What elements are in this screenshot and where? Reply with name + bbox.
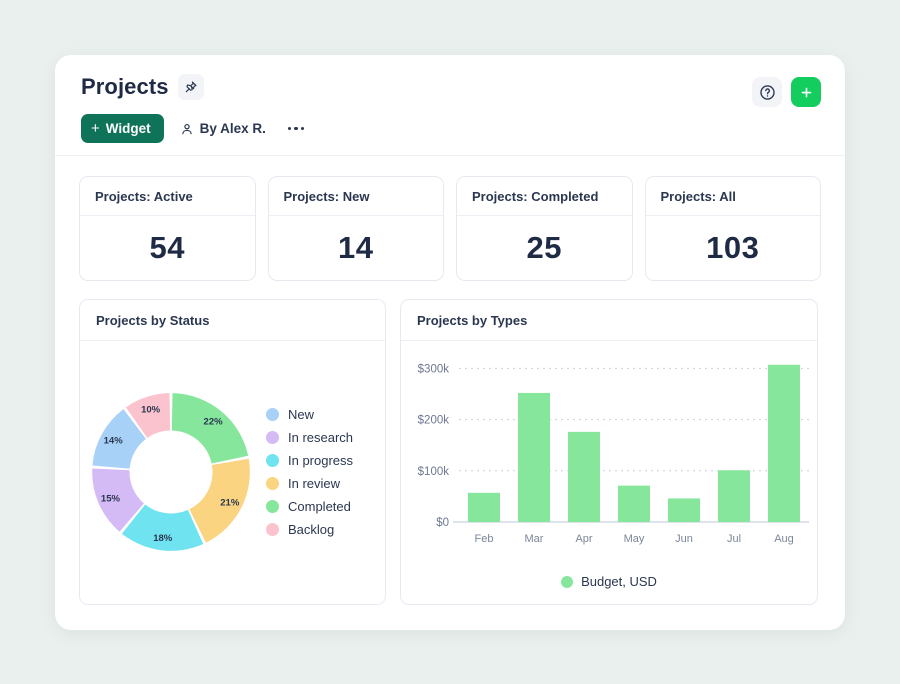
- title-row: Projects: [81, 74, 204, 100]
- donut-slice-label: 18%: [153, 532, 173, 543]
- kpi-card-completed[interactable]: Projects: Completed 25: [456, 176, 633, 281]
- donut-chart[interactable]: 22% 21% 18% 15% 14% 10%: [88, 389, 254, 555]
- legend-item[interactable]: In research: [266, 430, 353, 445]
- ellipsis-icon: [288, 127, 292, 131]
- kpi-value: 25: [457, 216, 632, 280]
- kpi-row: Projects: Active 54 Projects: New 14 Pro…: [79, 176, 821, 281]
- header-right-actions: [752, 77, 821, 107]
- donut-legend: New In research In progress In review Comple…: [266, 407, 353, 537]
- legend-label: Backlog: [288, 522, 334, 537]
- charts-row: Projects by Status 22% 21% 18% 15% 14% 10% Ne…: [79, 299, 821, 605]
- donut-slice-label: 10%: [141, 404, 161, 415]
- panel-projects-by-status: Projects by Status 22% 21% 18% 15% 14% 10% Ne…: [79, 299, 386, 605]
- panel-projects-by-types: Projects by Types $0 $100k $200k $300k Feb M…: [400, 299, 818, 605]
- bar-chart-bars: [468, 365, 800, 522]
- legend-color-swatch: [266, 454, 279, 467]
- legend-label: New: [288, 407, 314, 422]
- x-axis-tick-label: Jun: [675, 533, 693, 545]
- legend-label: Completed: [288, 499, 351, 514]
- donut-slice-label: 22%: [204, 416, 224, 427]
- bar[interactable]: [568, 432, 600, 522]
- y-axis-tick-label: $0: [436, 517, 449, 529]
- dashboard-window: Projects + Widget: [55, 55, 845, 630]
- bar-chart-legend: Budget, USD: [401, 574, 817, 589]
- legend-item[interactable]: Backlog: [266, 522, 353, 537]
- bar-chart-x-axis: Feb Mar Apr May Jun Jul Aug: [475, 533, 794, 545]
- y-axis-tick-label: $200k: [418, 415, 450, 427]
- kpi-card-new[interactable]: Projects: New 14: [268, 176, 445, 281]
- bar[interactable]: [618, 486, 650, 522]
- bar-chart-y-axis: $0 $100k $200k $300k: [418, 363, 450, 529]
- y-axis-tick-label: $100k: [418, 466, 450, 478]
- donut-slice-label: 21%: [220, 497, 240, 508]
- legend-item[interactable]: In progress: [266, 453, 353, 468]
- legend-item[interactable]: Completed: [266, 499, 353, 514]
- add-widget-label: Widget: [106, 121, 151, 136]
- donut-slice-label: 15%: [101, 493, 121, 504]
- panel-title: Projects by Status: [80, 300, 385, 341]
- y-axis-tick-label: $300k: [418, 363, 450, 375]
- owner-filter-label: By Alex R.: [200, 121, 266, 136]
- header-actions: + Widget By Alex R.: [81, 114, 306, 143]
- kpi-card-all[interactable]: Projects: All 103: [645, 176, 822, 281]
- kpi-label: Projects: All: [646, 177, 821, 216]
- legend-color-swatch: [266, 408, 279, 421]
- x-axis-tick-label: Jul: [727, 533, 741, 545]
- page-header: Projects + Widget: [55, 55, 845, 156]
- pin-icon: [184, 80, 198, 94]
- x-axis-tick-label: Apr: [575, 533, 592, 545]
- legend-label: In research: [288, 430, 353, 445]
- question-circle-icon: [759, 84, 776, 101]
- add-button[interactable]: [791, 77, 821, 107]
- donut-slice-label: 14%: [104, 435, 124, 446]
- kpi-value: 14: [269, 216, 444, 280]
- legend-label: In progress: [288, 453, 353, 468]
- page-title: Projects: [81, 74, 169, 100]
- page-root: Projects + Widget: [0, 0, 900, 684]
- plus-icon: [799, 85, 814, 100]
- x-axis-tick-label: Aug: [774, 533, 794, 545]
- bar[interactable]: [768, 365, 800, 522]
- more-options-button[interactable]: [286, 121, 307, 137]
- bar[interactable]: [468, 493, 500, 522]
- legend-color-swatch: [266, 523, 279, 536]
- legend-item[interactable]: New: [266, 407, 353, 422]
- bar[interactable]: [518, 393, 550, 522]
- pin-button[interactable]: [178, 74, 204, 100]
- help-button[interactable]: [752, 77, 782, 107]
- bar[interactable]: [718, 470, 750, 522]
- legend-color-swatch: [266, 477, 279, 490]
- donut-slice[interactable]: [172, 393, 248, 463]
- x-axis-tick-label: May: [624, 533, 645, 545]
- bar[interactable]: [668, 498, 700, 522]
- add-widget-button[interactable]: + Widget: [81, 114, 164, 143]
- kpi-label: Projects: Completed: [457, 177, 632, 216]
- legend-item[interactable]: In review: [266, 476, 353, 491]
- legend-color-swatch: [266, 500, 279, 513]
- person-icon: [180, 122, 194, 136]
- kpi-label: Projects: New: [269, 177, 444, 216]
- legend-label: In review: [288, 476, 340, 491]
- legend-color-swatch: [266, 431, 279, 444]
- bar-chart[interactable]: $0 $100k $200k $300k Feb Mar Apr May Jun Jul Aug: [401, 341, 818, 556]
- kpi-label: Projects: Active: [80, 177, 255, 216]
- widget-plus-glyph: +: [91, 121, 100, 136]
- legend-color-swatch: [561, 576, 573, 588]
- panel-title: Projects by Types: [401, 300, 817, 341]
- kpi-card-active[interactable]: Projects: Active 54: [79, 176, 256, 281]
- kpi-value: 54: [80, 216, 255, 280]
- owner-filter[interactable]: By Alex R.: [180, 121, 266, 136]
- dashboard-body: Projects: Active 54 Projects: New 14 Pro…: [55, 156, 845, 605]
- kpi-value: 103: [646, 216, 821, 280]
- x-axis-tick-label: Feb: [475, 533, 494, 545]
- x-axis-tick-label: Mar: [525, 533, 544, 545]
- legend-label: Budget, USD: [581, 574, 657, 589]
